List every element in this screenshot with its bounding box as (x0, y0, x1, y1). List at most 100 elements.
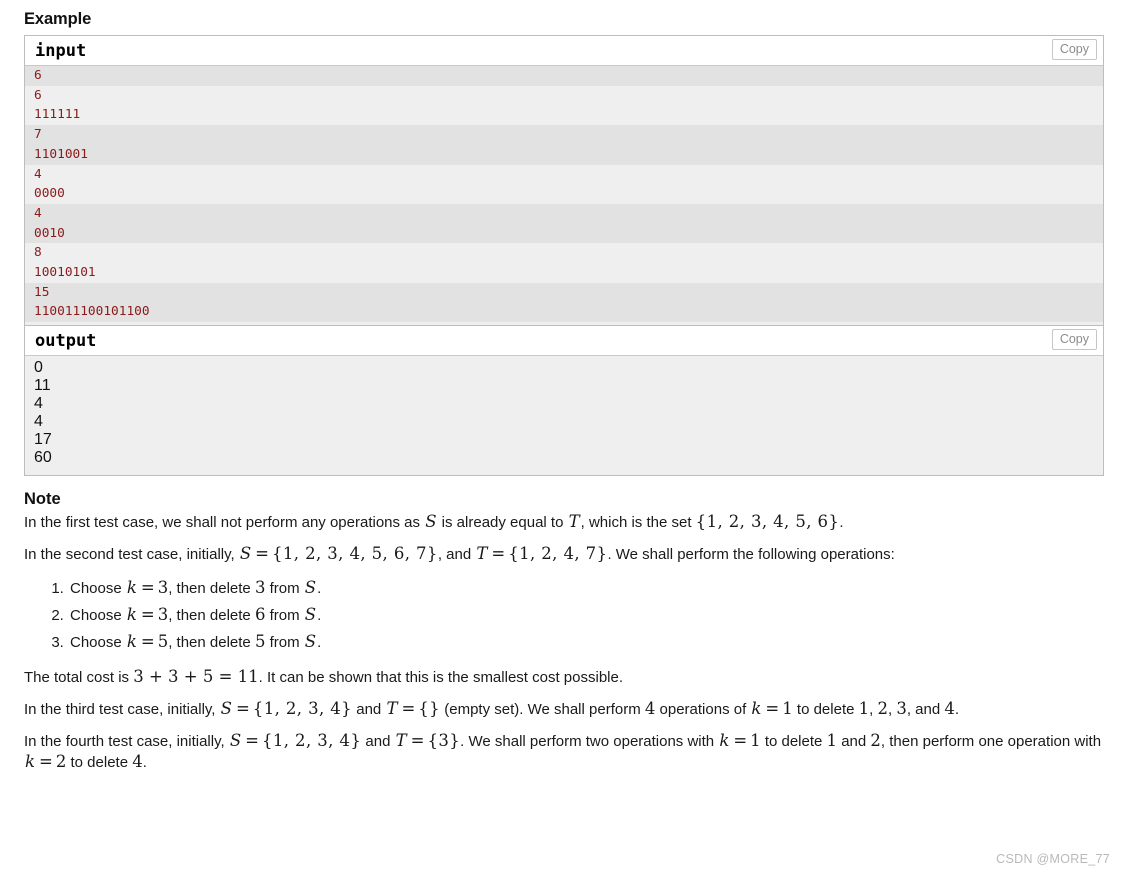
note-p3-expression: 3 + 3 + 5 = 11 (133, 667, 259, 687)
input-test-group: 4 0000 (25, 164, 1103, 204)
output-block: output Copy 0 11 4 4 17 60 (25, 326, 1103, 476)
operation-fragment: , then delete (168, 634, 255, 652)
operations-list: Choose k=3, then delete 3 from S.Choose … (24, 575, 1104, 656)
input-line: 6 (34, 68, 42, 83)
operation-fragment: Choose (70, 634, 126, 652)
note-p1-text-2: is already equal to (437, 514, 568, 532)
note-p5-value-2: 2 (870, 731, 881, 751)
note-p4-set-s: {1, 2, 3, 4} (252, 699, 353, 719)
note-p5-equals-3: = (733, 731, 748, 751)
operation-fragment: 6 (254, 605, 266, 625)
note-p2-equals-2: = (491, 544, 506, 564)
note-p4-text-7: . (954, 701, 960, 719)
note-p4-k-value: 1 (782, 699, 793, 719)
operation-fragment: = (140, 605, 155, 625)
note-p3-text-2: . It can be shown that this is the small… (258, 669, 623, 687)
input-scroll-area[interactable]: 6 6 111111 7 1101001 4 0000 4 0010 8 10010101 15 110… (25, 66, 1103, 327)
copy-input-button[interactable]: Copy (1051, 39, 1097, 60)
note-p4-set-t: {} (418, 699, 441, 719)
note-p1-text-3: , which is the set (580, 514, 696, 532)
input-line: 8 (34, 245, 42, 261)
note-p1-symbol-t: T (568, 512, 580, 532)
operation-fragment: Choose (70, 607, 126, 625)
note-p5-equals-4: = (39, 752, 53, 772)
note-p2-text-3: . We shall perform the following operati… (607, 546, 895, 564)
operation-fragment: Choose (70, 580, 126, 598)
operation-fragment: 3 (157, 605, 169, 625)
note-paragraph-1: In the first test case, we shall not per… (24, 512, 1104, 533)
note-p4-text-6: , and (906, 701, 945, 719)
copy-output-button[interactable]: Copy (1051, 329, 1097, 351)
note-p1-text-4: . (839, 514, 844, 532)
output-code-area: 0 11 4 4 17 60 (25, 356, 1103, 476)
operation-fragment: . (317, 634, 322, 652)
input-line: 6 (34, 87, 42, 103)
operation-item: Choose k=5, then delete 5 from S. (68, 629, 1104, 656)
output-line: 4 (34, 413, 43, 431)
note-p4-text-2: and (352, 701, 386, 719)
operation-fragment: . (317, 607, 322, 625)
note-p5-text-8: . (142, 754, 147, 772)
note-p5-text-5: and (837, 733, 871, 751)
note-p4-count: 4 (644, 699, 656, 719)
note-p4-value-2: 2 (877, 699, 888, 719)
note-p1-text-1: In the first test case, we shall not per… (24, 514, 425, 532)
note-p3-text-1: The total cost is (24, 669, 134, 687)
note-p5-value-3: 4 (132, 752, 143, 772)
note-p5-k-value-2: 2 (55, 752, 67, 772)
output-label: output (35, 331, 97, 352)
note-p4-text-5: to delete (792, 701, 859, 719)
operation-fragment: k (126, 632, 137, 652)
output-header: output Copy (25, 326, 1103, 357)
note-p4-equals-2: = (401, 699, 416, 719)
note-p2-set-s: {1, 2, 3, 4, 5, 6, 7} (271, 544, 438, 564)
note-p2-symbol-t: T (476, 544, 488, 564)
page-container: Example input Copy 6 6 111111 7 1101001 4 0000… (0, 0, 1124, 773)
input-line: 7 (34, 127, 42, 143)
operation-fragment: 5 (254, 632, 266, 652)
input-line: 4 (34, 205, 42, 221)
operation-fragment: S (304, 578, 317, 598)
note-p5-text-7: to delete (66, 754, 133, 772)
input-test-group: 15 110011100101100 (25, 282, 1103, 323)
note-p5-symbol-s: S (229, 731, 242, 751)
note-paragraph-5: In the fourth test case, initially, S = {1… (24, 731, 1104, 773)
note-p2-text-2: , and (437, 546, 476, 564)
input-block: input Copy 6 6 111111 7 1101001 4 0000 4 0010 8 10… (25, 36, 1103, 327)
operation-item: Choose k=3, then delete 6 from S. (68, 602, 1104, 629)
note-p4-text-1: In the third test case, initially, (24, 701, 220, 719)
output-line: 11 (34, 377, 51, 395)
operation-fragment: , then delete (168, 580, 255, 598)
note-p4-symbol-t: T (386, 699, 398, 719)
operation-fragment: from (265, 580, 304, 598)
input-header: input Copy (25, 36, 1103, 66)
operation-fragment: , then delete (168, 607, 255, 625)
operation-fragment: . (317, 580, 322, 598)
note-p5-symbol-k: k (719, 731, 730, 751)
operation-fragment: k (126, 578, 137, 598)
input-test-group: 4 0010 (25, 203, 1103, 244)
operation-fragment: 5 (157, 632, 169, 652)
note-p4-equals-3: = (765, 699, 780, 719)
note-p5-text-1: In the fourth test case, initially, (24, 733, 229, 751)
operation-fragment: from (265, 634, 304, 652)
input-line: 0010 (34, 225, 65, 241)
note-p2-text-1: In the second test case, initially, (24, 546, 239, 564)
output-line: 4 (34, 395, 43, 413)
operation-fragment: 3 (157, 578, 169, 598)
input-line: 111111 (34, 107, 81, 123)
note-title: Note (24, 490, 61, 509)
output-line: 0 (34, 359, 43, 377)
note-p5-text-2: and (361, 733, 395, 751)
note-p5-text-4: to delete (760, 733, 827, 751)
output-line: 17 (34, 431, 52, 449)
note-p5-symbol-k2: k (25, 752, 35, 772)
note-p4-symbol-k: k (751, 699, 762, 719)
note-p4-value-3: 3 (896, 699, 907, 719)
operation-fragment: S (304, 632, 317, 652)
input-line: 4 (34, 166, 42, 182)
note-p5-symbol-t: T (395, 731, 407, 751)
note-p2-set-t: {1, 2, 4, 7} (508, 544, 608, 564)
input-test-group: 7 1101001 (25, 125, 1103, 165)
operation-fragment: = (140, 632, 155, 652)
